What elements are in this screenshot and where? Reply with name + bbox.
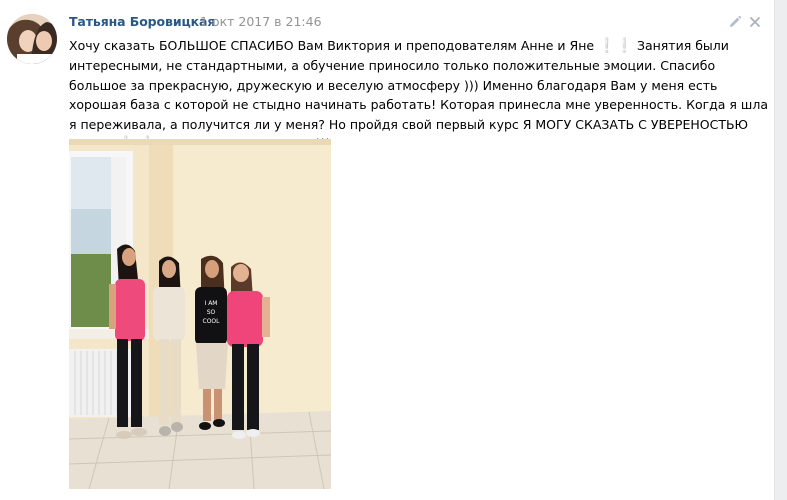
avatar[interactable]: [7, 14, 57, 64]
comment-text-part1: Хочу сказать БОЛЬШОЕ СПАСИБО Вам Виктори…: [69, 38, 595, 53]
comment-post: Татьяна Боровицкая 1 окт 2017 в 21:46 Хо…: [0, 0, 775, 500]
scroll-gutter: [774, 0, 787, 500]
exclamation-emoji: ❕: [598, 38, 616, 54]
comment-text-part2: Занятия были интересными, не стандартным…: [69, 38, 769, 151]
avatar-image: [7, 14, 57, 64]
shirt-text-2: SO: [207, 309, 216, 316]
author-link[interactable]: Татьяна Боровицкая: [69, 14, 215, 29]
close-icon[interactable]: [748, 14, 762, 28]
comment-text: Хочу сказать БОЛЬШОЕ СПАСИБО Вам Виктори…: [69, 36, 769, 154]
group-photo: I AM SO COOL: [69, 139, 331, 489]
shirt-text-1: I AM: [205, 300, 218, 307]
pencil-icon[interactable]: [728, 14, 742, 28]
shirt-text-3: COOL: [203, 318, 221, 325]
comment-date[interactable]: 1 окт 2017 в 21:46: [200, 14, 322, 29]
exclamation-emoji: ❕: [615, 38, 633, 54]
attached-photo[interactable]: I AM SO COOL: [69, 139, 331, 489]
